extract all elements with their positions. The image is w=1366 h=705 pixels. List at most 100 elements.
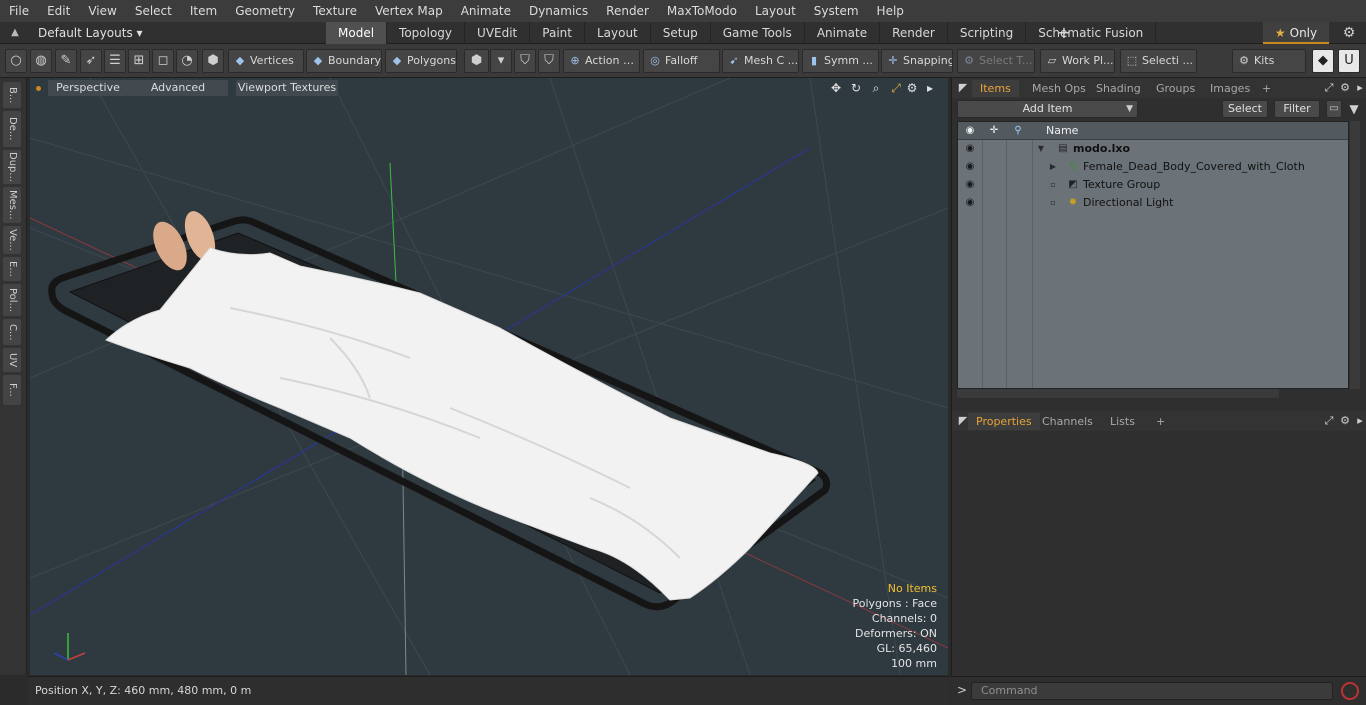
- lock-column-icon[interactable]: ✛: [986, 123, 1002, 139]
- tab-mesh-ops[interactable]: Mesh Ops: [1024, 80, 1094, 97]
- tab-images[interactable]: Images: [1202, 80, 1258, 97]
- select-circle-icon[interactable]: ○: [5, 49, 27, 73]
- menu-view[interactable]: View: [79, 0, 125, 22]
- eye-icon[interactable]: ◉: [962, 141, 978, 157]
- mesh-constraints-button[interactable]: ➹ Mesh C ...: [722, 49, 799, 73]
- layout-up-icon[interactable]: ▲: [8, 26, 22, 40]
- brush-icon[interactable]: ➶: [80, 49, 102, 73]
- zoom-view-icon[interactable]: ⌕: [868, 80, 884, 96]
- tab-lists[interactable]: Lists: [1102, 413, 1143, 430]
- select-button[interactable]: Select: [1222, 100, 1268, 118]
- menu-edit[interactable]: Edit: [38, 0, 79, 22]
- globe-icon[interactable]: ◍: [30, 49, 52, 73]
- panel-arrow-icon[interactable]: ▸: [1353, 414, 1366, 428]
- unreal-icon[interactable]: U: [1338, 49, 1360, 73]
- menu-maxtomodo[interactable]: MaxToModo: [658, 0, 746, 22]
- symmetry-left-icon[interactable]: ⛉: [514, 49, 536, 73]
- select-through-button[interactable]: ⚙ Select T...: [957, 49, 1035, 73]
- menu-animate[interactable]: Animate: [452, 0, 520, 22]
- command-input[interactable]: Command: [971, 682, 1333, 700]
- move-view-icon[interactable]: ✥: [828, 80, 844, 96]
- tree-row-scene[interactable]: ◉ ▼ ▤ modo.lxo: [958, 140, 1348, 158]
- item-mode-icon[interactable]: ⬢: [202, 49, 224, 73]
- pen-icon[interactable]: ✎: [55, 49, 77, 73]
- tab-game-tools[interactable]: Game Tools: [711, 22, 805, 44]
- strip-tab-5[interactable]: Ve...: [3, 226, 21, 254]
- tree-vertical-scrollbar[interactable]: [1350, 121, 1360, 389]
- expand-panel-icon[interactable]: ⤢: [1322, 81, 1336, 95]
- menu-vertex-map[interactable]: Vertex Map: [366, 0, 452, 22]
- strip-tab-3[interactable]: Dup...: [3, 150, 21, 184]
- layers-icon[interactable]: ☰: [104, 49, 126, 73]
- panel-gear-icon[interactable]: ⚙: [1338, 414, 1352, 428]
- expand-panel-icon[interactable]: ⤢: [1322, 414, 1336, 428]
- add-panel-tab-icon[interactable]: +: [1148, 413, 1173, 430]
- record-icon[interactable]: [1341, 682, 1359, 700]
- strip-tab-7[interactable]: Pol...: [3, 284, 21, 316]
- maximize-view-icon[interactable]: ⤢: [888, 80, 904, 96]
- tab-model[interactable]: Model: [326, 22, 388, 44]
- eye-icon[interactable]: ◉: [962, 159, 978, 175]
- menu-help[interactable]: Help: [868, 0, 913, 22]
- layout-selector[interactable]: Default Layouts ▾: [38, 22, 143, 44]
- snapping-button[interactable]: ✛ Snapping: [881, 49, 953, 73]
- panel-gear-icon[interactable]: ⚙: [1338, 81, 1352, 95]
- tab-groups[interactable]: Groups: [1148, 80, 1203, 97]
- boundary-button[interactable]: ◆ Boundary: [306, 49, 382, 73]
- menu-render[interactable]: Render: [597, 0, 658, 22]
- square-icon[interactable]: ◻: [152, 49, 174, 73]
- visibility-column-icon[interactable]: ◉: [962, 123, 978, 139]
- tab-properties[interactable]: Properties: [968, 413, 1040, 430]
- strip-tab-8[interactable]: C...: [3, 319, 21, 345]
- material-mode-icon[interactable]: ⬢: [464, 49, 489, 73]
- tab-shading[interactable]: Shading: [1088, 80, 1149, 97]
- tree-horizontal-scrollbar[interactable]: [957, 389, 1279, 398]
- 3d-viewport[interactable]: Perspective Advanced Viewport Textures ✥…: [30, 78, 948, 675]
- menu-select[interactable]: Select: [126, 0, 181, 22]
- kits-button[interactable]: ⚙ Kits: [1232, 49, 1306, 73]
- tree-row-mesh[interactable]: ◉ ▶ ⚲ Female_Dead_Body_Covered_with_Clot…: [958, 158, 1348, 176]
- tab-animate[interactable]: Animate: [805, 22, 881, 44]
- panel-arrow-icon[interactable]: ▸: [1353, 81, 1366, 95]
- menu-system[interactable]: System: [805, 0, 868, 22]
- selection-sets-button[interactable]: ⬚ Selecti ...: [1120, 49, 1197, 73]
- vertices-button[interactable]: ◆ Vertices: [228, 49, 304, 73]
- add-item-button[interactable]: Add Item ▼: [957, 100, 1138, 118]
- symmetry-button[interactable]: ▮ Symm ...: [802, 49, 879, 73]
- strip-tab-6[interactable]: E...: [3, 257, 21, 281]
- menu-dynamics[interactable]: Dynamics: [520, 0, 597, 22]
- name-column-header[interactable]: Name: [1046, 124, 1078, 137]
- eye-icon[interactable]: ◉: [962, 177, 978, 193]
- viewport-options-dot[interactable]: [36, 86, 41, 91]
- tab-layout[interactable]: Layout: [585, 22, 651, 44]
- work-plane-button[interactable]: ▱ Work Pl...: [1040, 49, 1115, 73]
- tree-row-light[interactable]: ◉ ▫ ✹ Directional Light: [958, 194, 1348, 212]
- collapse-icon[interactable]: ▭: [1326, 100, 1342, 118]
- strip-tab-4[interactable]: Mes...: [3, 187, 21, 223]
- type-column-icon[interactable]: ⚲: [1010, 123, 1026, 139]
- tab-items[interactable]: Items: [972, 80, 1019, 97]
- tab-schematic-fusion[interactable]: Schematic Fusion: [1026, 22, 1157, 44]
- viewport-textures-button[interactable]: Viewport Textures: [236, 80, 338, 96]
- filter-button[interactable]: Filter: [1274, 100, 1320, 118]
- strip-tab-1[interactable]: B...: [3, 82, 21, 108]
- tab-paint[interactable]: Paint: [530, 22, 585, 44]
- strip-tab-2[interactable]: De...: [3, 111, 21, 147]
- rotate-view-icon[interactable]: ↻: [848, 80, 864, 96]
- menu-layout[interactable]: Layout: [746, 0, 805, 22]
- add-tab-icon[interactable]: +: [1056, 23, 1072, 43]
- only-button[interactable]: ★ Only: [1263, 22, 1329, 44]
- tab-uvedit[interactable]: UVEdit: [465, 22, 531, 44]
- tree-row-texture-group[interactable]: ◉ ▫ ◩ Texture Group: [958, 176, 1348, 194]
- clock-icon[interactable]: ◔: [176, 49, 198, 73]
- shading-button[interactable]: Advanced: [128, 80, 228, 96]
- funnel-icon[interactable]: ▼: [1346, 100, 1362, 118]
- menu-item[interactable]: Item: [181, 0, 226, 22]
- polygons-button[interactable]: ◆ Polygons: [385, 49, 457, 73]
- tab-scripting[interactable]: Scripting: [948, 22, 1027, 44]
- menu-texture[interactable]: Texture: [304, 0, 366, 22]
- grid-icon[interactable]: ⊞: [128, 49, 150, 73]
- action-center-button[interactable]: ⊕ Action …: [563, 49, 640, 73]
- tab-render[interactable]: Render: [880, 22, 948, 44]
- view-mode-button[interactable]: Perspective: [48, 80, 128, 96]
